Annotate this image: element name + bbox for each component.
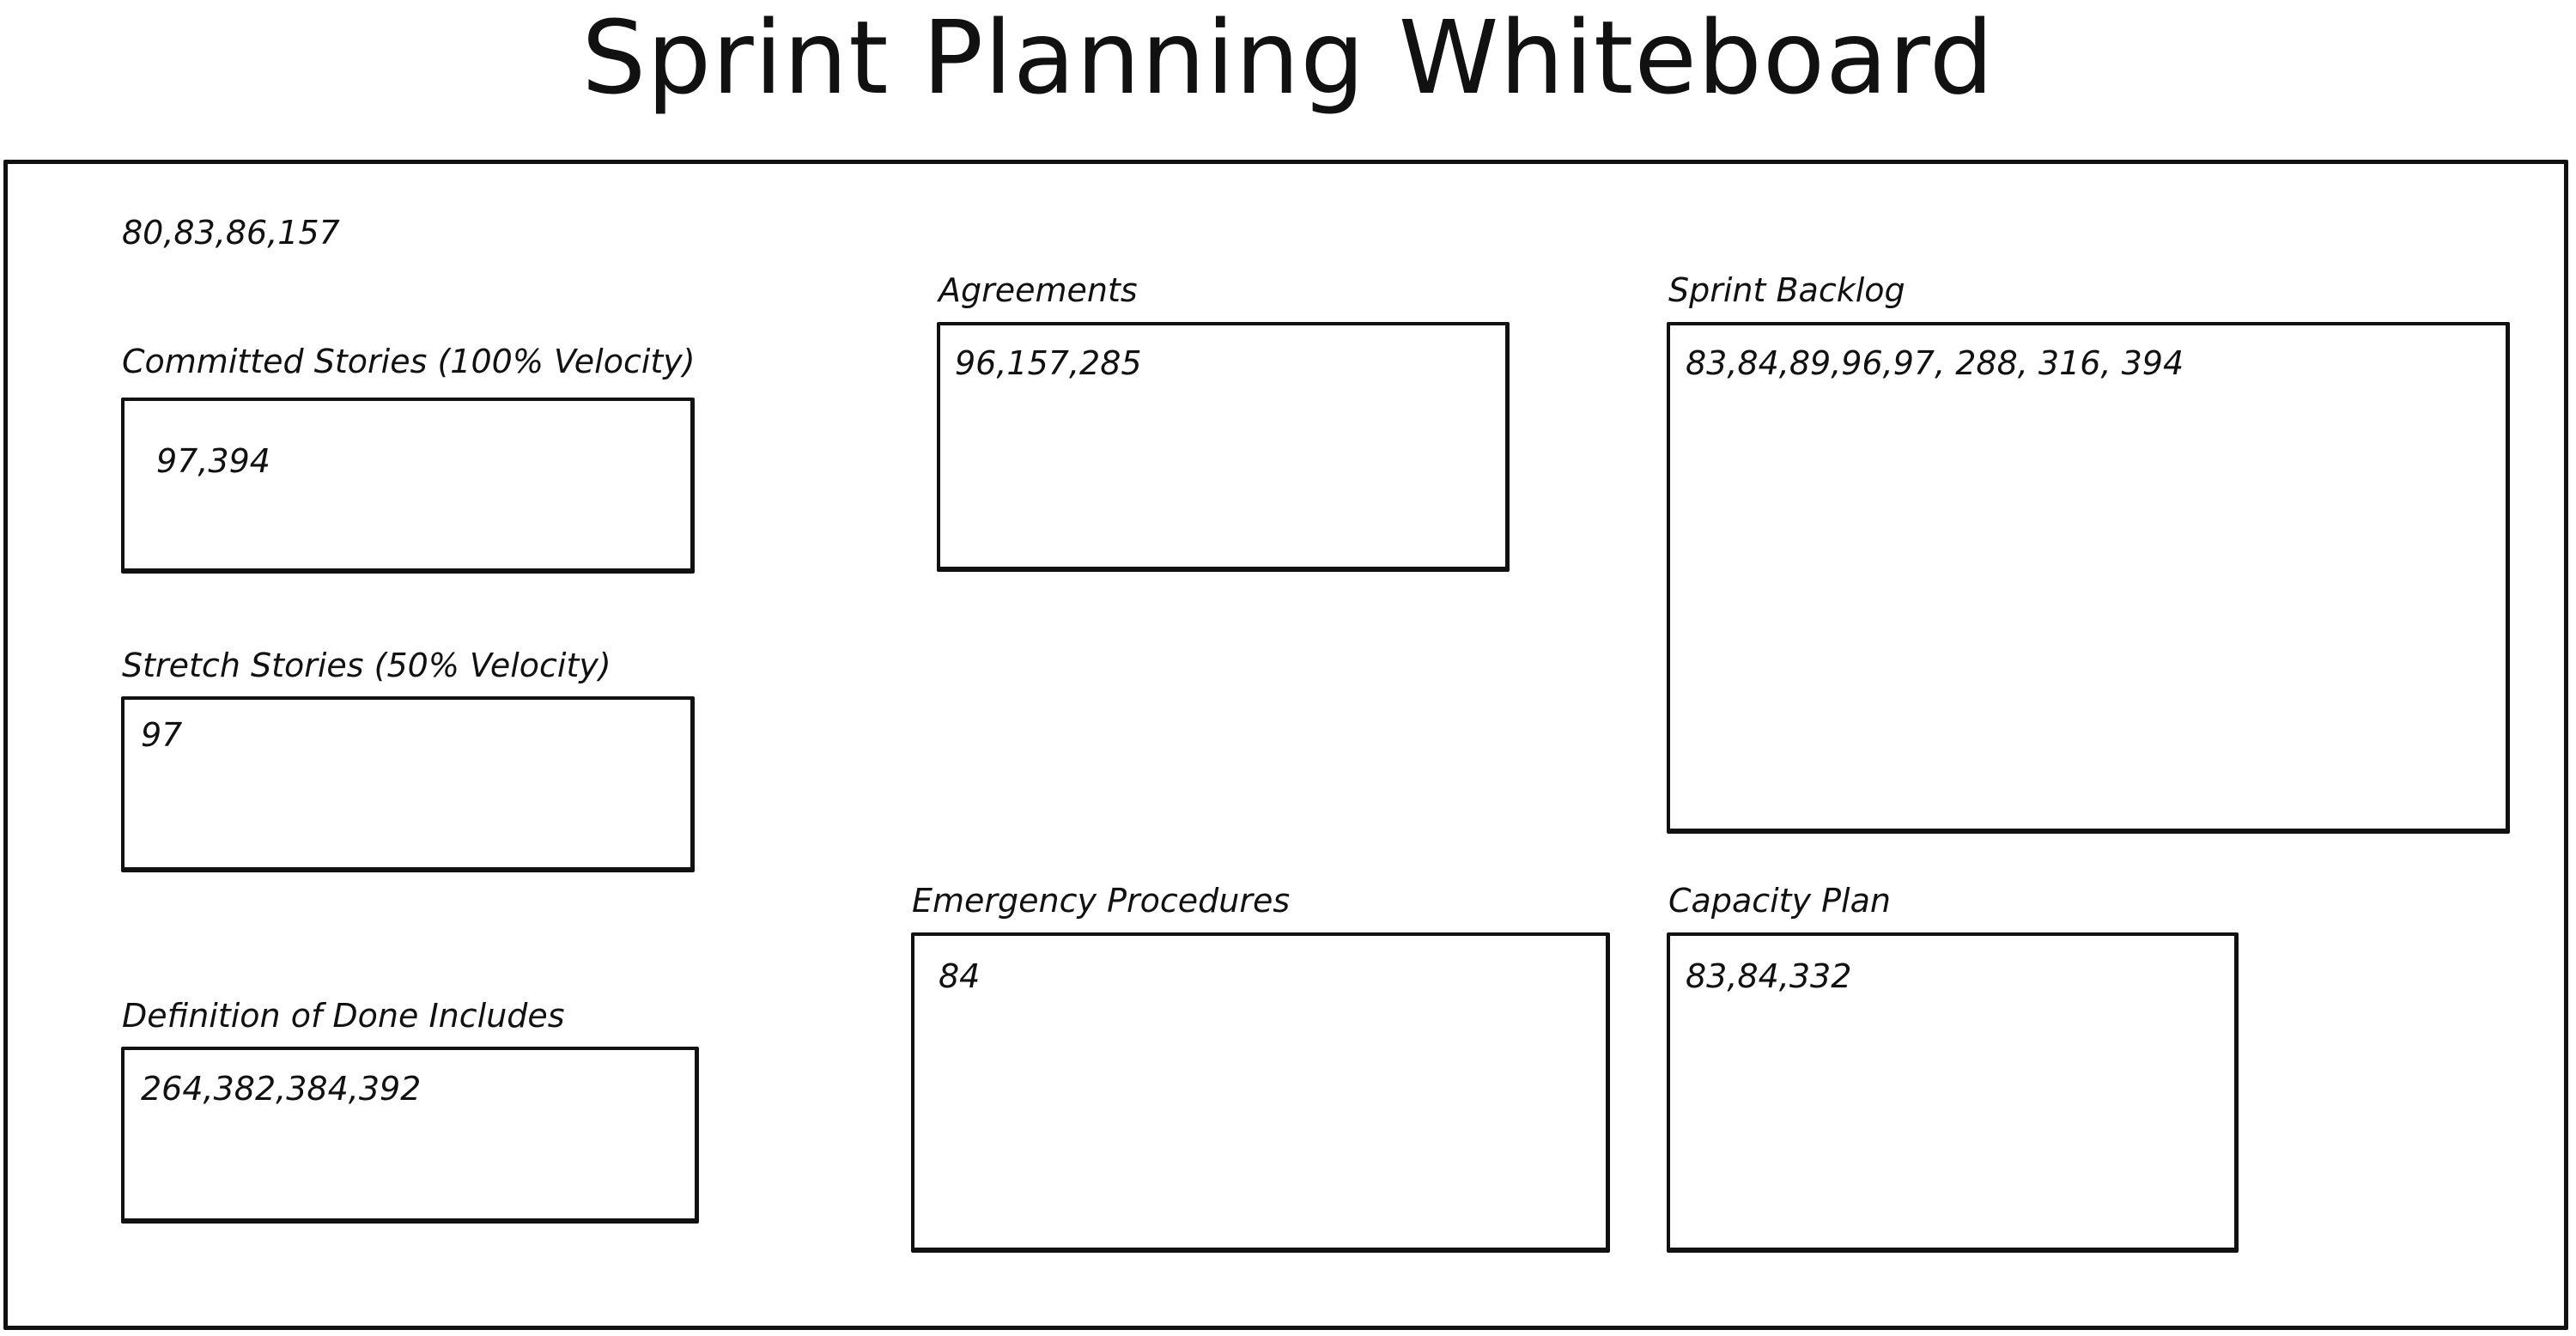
- emergency-procedures-content: 84: [939, 957, 981, 995]
- free-note: 80,83,86,157: [122, 214, 340, 252]
- stretch-stories-label: Stretch Stories (50% Velocity): [122, 647, 611, 684]
- capacity-plan-content: 83,84,332: [1686, 957, 1852, 995]
- committed-stories-content: 97,394: [156, 442, 270, 480]
- stretch-stories-panel[interactable]: [121, 696, 695, 872]
- agreements-label: Agreements: [939, 271, 1138, 309]
- stretch-stories-content: 97: [141, 716, 183, 754]
- committed-stories-label: Committed Stories (100% Velocity): [122, 343, 696, 380]
- emergency-procedures-label: Emergency Procedures: [912, 882, 1291, 920]
- definition-of-done-content: 264,382,384,392: [141, 1070, 422, 1108]
- sprint-backlog-content: 83,84,89,96,97, 288, 316, 394: [1686, 344, 2184, 382]
- agreements-content: 96,157,285: [955, 344, 1142, 382]
- capacity-plan-label: Capacity Plan: [1668, 882, 1891, 920]
- sprint-backlog-panel[interactable]: [1667, 322, 2510, 834]
- page-title: Sprint Planning Whiteboard: [581, 0, 1995, 117]
- sprint-backlog-label: Sprint Backlog: [1668, 271, 1905, 309]
- emergency-procedures-panel[interactable]: [911, 932, 1610, 1253]
- committed-stories-panel[interactable]: [121, 398, 695, 574]
- definition-of-done-label: Definition of Done Includes: [122, 997, 565, 1035]
